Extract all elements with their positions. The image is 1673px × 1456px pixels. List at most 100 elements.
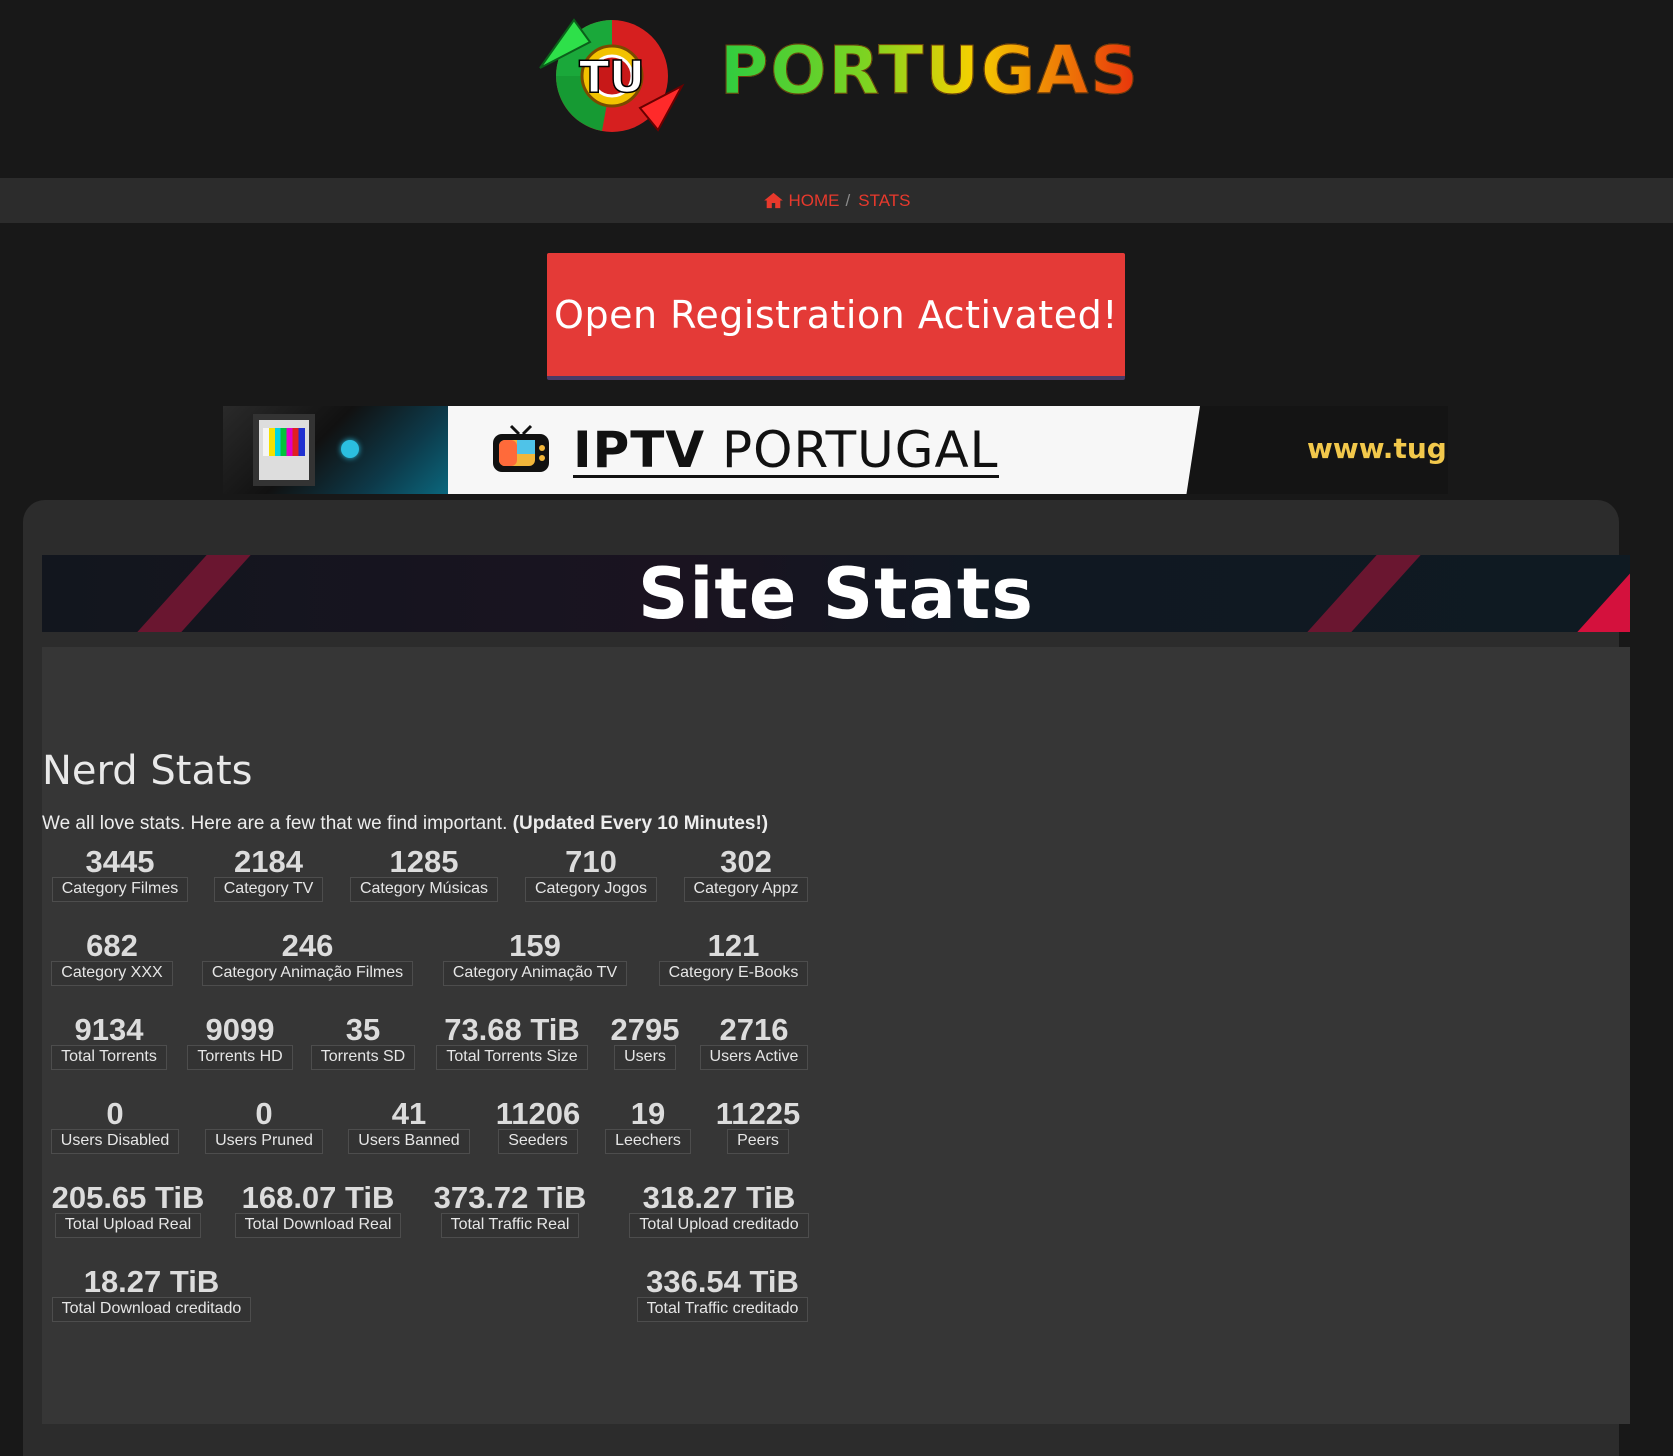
stat-value: 9099 bbox=[205, 1012, 275, 1047]
stat-torrents-sd: 35 Torrents SD bbox=[310, 1012, 416, 1070]
site-header: TU PORTUGAS bbox=[0, 0, 1673, 178]
stat-value: 0 bbox=[106, 1096, 124, 1131]
stat-label: Seeders bbox=[498, 1129, 578, 1154]
stat-category-ebooks: 121 Category E-Books bbox=[658, 928, 809, 986]
stat-label: Leechers bbox=[605, 1129, 691, 1154]
home-icon bbox=[763, 192, 783, 209]
stat-label: Peers bbox=[727, 1129, 789, 1154]
stat-total-traffic-creditado: 336.54 TiB Total Traffic creditado bbox=[636, 1264, 809, 1322]
stat-seeders: 11206 Seeders bbox=[495, 1096, 581, 1154]
stat-users-pruned: 0 Users Pruned bbox=[204, 1096, 324, 1154]
section-intro: We all love stats. Here are a few that w… bbox=[42, 813, 768, 835]
logo-emblem-icon[interactable]: TU bbox=[532, 8, 692, 138]
ad-url[interactable]: www.tugaiptv.com bbox=[1307, 432, 1448, 465]
breadcrumb-stats-link[interactable]: STATS bbox=[858, 191, 910, 211]
site-logo-text[interactable]: PORTUGAS bbox=[720, 32, 1140, 110]
stat-total-upload-real: 205.65 TiB Total Upload Real bbox=[46, 1182, 210, 1238]
stat-value: 35 bbox=[345, 1012, 381, 1047]
stat-total-torrents: 9134 Total Torrents bbox=[51, 1012, 167, 1070]
stat-label: Category E-Books bbox=[658, 961, 809, 986]
stat-value: 41 bbox=[391, 1096, 427, 1131]
stat-category-animacao-filmes: 246 Category Animação Filmes bbox=[201, 928, 414, 986]
stat-category-musicas: 1285 Category Músicas bbox=[349, 844, 499, 902]
stat-label: Category TV bbox=[213, 877, 324, 902]
stat-label: Total Torrents Size bbox=[436, 1045, 588, 1070]
stat-label: Total Traffic creditado bbox=[636, 1297, 809, 1322]
stat-value: 2716 bbox=[719, 1012, 789, 1047]
stat-users-active: 2716 Users Active bbox=[699, 1012, 809, 1070]
stat-category-filmes: 3445 Category Filmes bbox=[51, 844, 189, 902]
stat-value: 336.54 TiB bbox=[646, 1264, 799, 1299]
stat-label: Total Download Real bbox=[234, 1213, 402, 1238]
stat-value: 9134 bbox=[74, 1012, 144, 1047]
section-title: Nerd Stats bbox=[42, 748, 253, 794]
stat-value: 11225 bbox=[715, 1096, 801, 1131]
stat-label: Category Jogos bbox=[524, 877, 658, 902]
breadcrumb-separator: / bbox=[845, 190, 851, 210]
stat-value: 11206 bbox=[495, 1096, 581, 1131]
site-stats-banner: Site Stats bbox=[42, 555, 1630, 632]
breadcrumb-home-link[interactable]: HOME bbox=[763, 191, 840, 211]
stat-value: 1285 bbox=[389, 844, 459, 879]
stat-label: Torrents SD bbox=[310, 1045, 416, 1070]
stat-value: 302 bbox=[720, 844, 772, 879]
stat-value: 3445 bbox=[85, 844, 155, 879]
ad-artwork bbox=[223, 406, 463, 494]
intro-update-note: (Updated Every 10 Minutes!) bbox=[512, 813, 769, 834]
stat-label: Users Active bbox=[699, 1045, 809, 1070]
stat-label: Total Upload Real bbox=[54, 1213, 202, 1238]
stat-label: Users bbox=[614, 1045, 676, 1070]
stat-users-disabled: 0 Users Disabled bbox=[50, 1096, 180, 1154]
stat-category-appz: 302 Category Appz bbox=[683, 844, 809, 902]
stat-value: 2795 bbox=[610, 1012, 680, 1047]
logo-emblem-text: TU bbox=[579, 52, 645, 103]
ad-title-bold: IPTV bbox=[573, 421, 706, 479]
stat-value: 318.27 TiB bbox=[642, 1180, 796, 1215]
stat-users: 2795 Users bbox=[610, 1012, 680, 1070]
stat-label: Torrents HD bbox=[187, 1045, 293, 1070]
stat-value: 19 bbox=[630, 1096, 666, 1131]
stat-label: Total Torrents bbox=[51, 1045, 167, 1070]
stat-value: 168.07 TiB bbox=[241, 1180, 395, 1215]
stat-label: Users Disabled bbox=[50, 1129, 180, 1154]
stat-label: Category Appz bbox=[683, 877, 809, 902]
stat-leechers: 19 Leechers bbox=[604, 1096, 692, 1154]
stat-label: Category Músicas bbox=[349, 877, 499, 902]
stat-torrents-hd: 9099 Torrents HD bbox=[187, 1012, 293, 1070]
stat-total-torrents-size: 73.68 TiB Total Torrents Size bbox=[436, 1012, 588, 1070]
ad-title-rest: PORTUGAL bbox=[705, 421, 999, 479]
stat-value: 2184 bbox=[234, 844, 303, 879]
ad-title: IPTV PORTUGAL bbox=[573, 420, 999, 480]
stat-label: Users Banned bbox=[348, 1129, 470, 1154]
stat-label: Category Filmes bbox=[51, 877, 189, 902]
tv-test-pattern-icon bbox=[253, 414, 315, 486]
iptv-ad-banner[interactable]: IPTV PORTUGAL www.tugaiptv.com bbox=[223, 406, 1448, 494]
stat-value: 18.27 TiB bbox=[83, 1264, 220, 1299]
stat-label: Total Download creditado bbox=[51, 1297, 252, 1322]
stat-label: Users Pruned bbox=[205, 1129, 323, 1154]
intro-text: We all love stats. Here are a few that w… bbox=[42, 813, 513, 834]
stat-label: Category Animação Filmes bbox=[201, 961, 414, 986]
stat-total-upload-creditado: 318.27 TiB Total Upload creditado bbox=[629, 1180, 809, 1238]
stat-category-jogos: 710 Category Jogos bbox=[524, 844, 658, 902]
stat-value: 73.68 TiB bbox=[444, 1012, 580, 1047]
stat-category-xxx: 682 Category XXX bbox=[51, 928, 173, 986]
stat-total-download-real: 168.07 TiB Total Download Real bbox=[234, 1180, 402, 1238]
stat-value: 0 bbox=[255, 1096, 273, 1131]
page-title: Site Stats bbox=[638, 555, 1034, 632]
planet-icon bbox=[341, 440, 359, 458]
stat-peers: 11225 Peers bbox=[714, 1096, 802, 1154]
stat-value: 373.72 TiB bbox=[433, 1180, 587, 1215]
stat-value: 682 bbox=[86, 928, 138, 963]
stat-value: 710 bbox=[565, 844, 617, 879]
stat-value: 246 bbox=[281, 928, 334, 963]
open-registration-button[interactable]: Open Registration Activated! bbox=[547, 253, 1125, 380]
stat-value: 121 bbox=[707, 928, 760, 963]
stat-label: Category Animação TV bbox=[442, 961, 628, 986]
stat-label: Total Upload creditado bbox=[629, 1213, 809, 1238]
stat-total-traffic-real: 373.72 TiB Total Traffic Real bbox=[428, 1180, 592, 1238]
stat-value: 159 bbox=[509, 928, 561, 963]
stat-category-tv: 2184 Category TV bbox=[213, 844, 324, 902]
stat-label: Category XXX bbox=[51, 961, 173, 986]
breadcrumb-home-label: HOME bbox=[788, 190, 840, 210]
